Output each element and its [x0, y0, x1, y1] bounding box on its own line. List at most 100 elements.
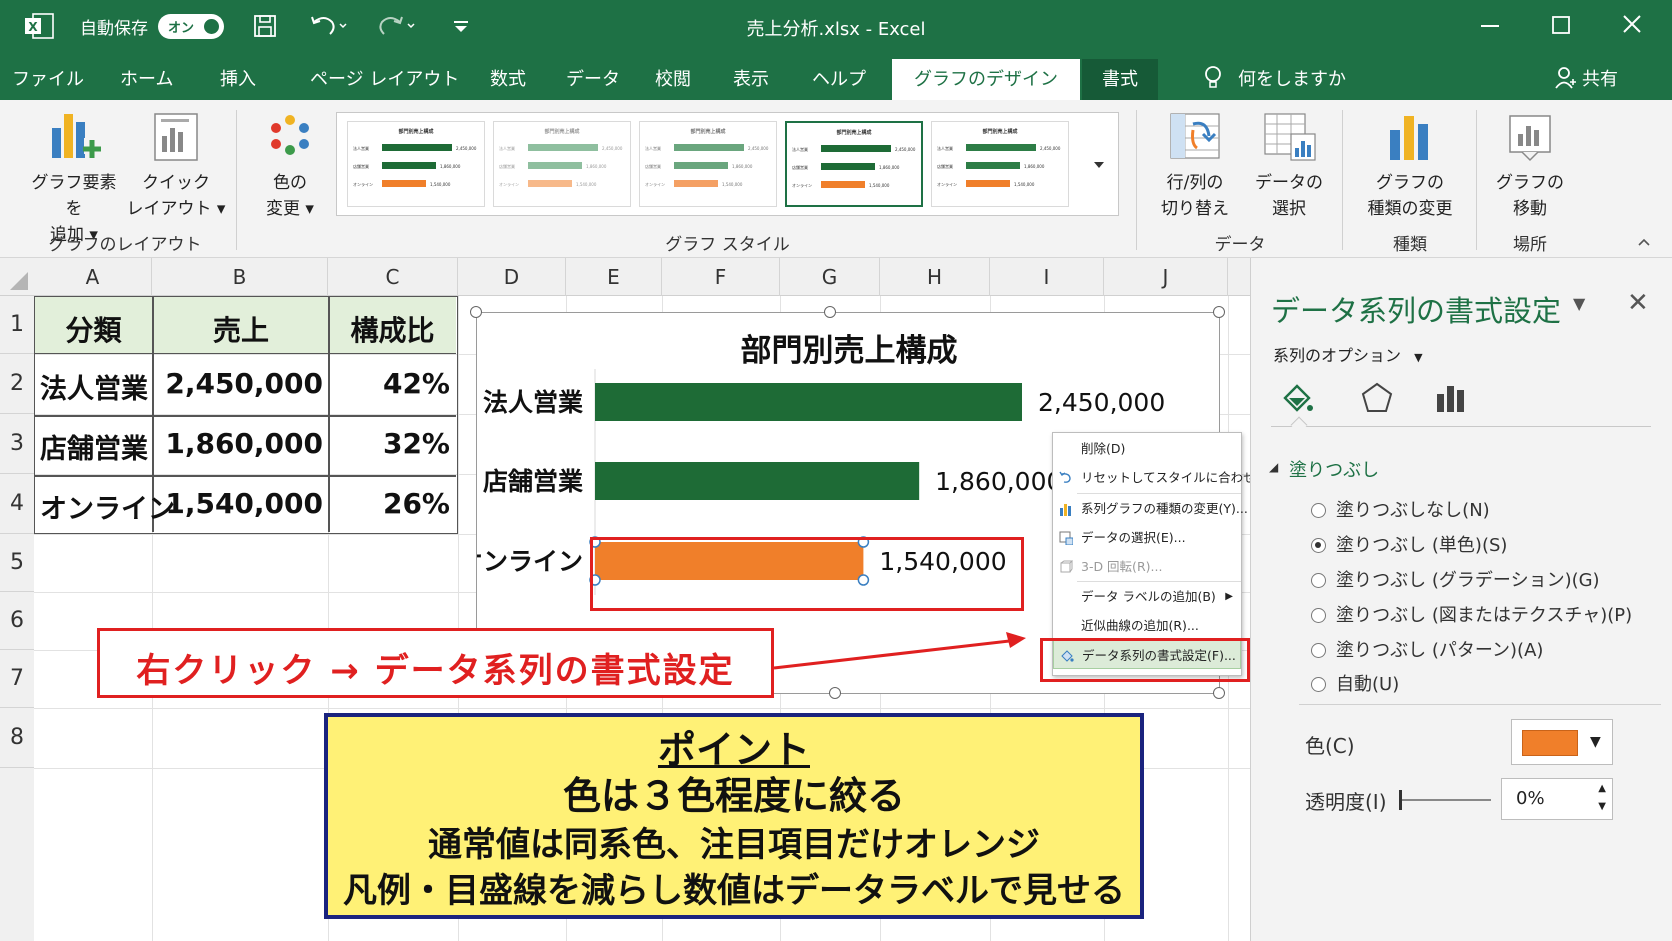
cell-category[interactable]: 法人営業 [40, 367, 148, 406]
data-label[interactable]: 2,450,000 [1038, 388, 1165, 417]
chart-style-3[interactable]: 部門別売上構成 法人営業 2,450,000 店舗営業 1,860,000 オン… [639, 121, 777, 207]
gallery-more-icon[interactable] [1089, 155, 1109, 175]
fill-option-picture[interactable]: 塗りつぶし (図またはテクスチャ)(P) [1311, 601, 1632, 627]
column-header-j[interactable]: J [1104, 258, 1228, 296]
tab-view[interactable]: 表示 [733, 65, 769, 91]
tab-chart-design[interactable]: グラフのデザイン [892, 59, 1080, 100]
row-header-7[interactable]: 7 [0, 650, 34, 708]
menu-item-select-data[interactable]: データの選択(E)... [1053, 523, 1241, 552]
cell-category[interactable]: 店舗営業 [40, 427, 148, 466]
column-header-g[interactable]: G [780, 258, 880, 296]
cell-sales[interactable]: 2,450,000 [153, 367, 323, 400]
category-label[interactable]: 法人営業 [483, 388, 583, 417]
chart-resize-handle[interactable] [824, 306, 836, 318]
row-header-2[interactable]: 2 [0, 354, 34, 414]
tab-file[interactable]: ファイル [12, 65, 84, 91]
effects-icon[interactable] [1357, 378, 1397, 418]
pane-close-icon[interactable]: ✕ [1627, 288, 1649, 318]
bar-2[interactable] [595, 462, 920, 500]
menu-item-change-series-chart-type[interactable]: 系列グラフの種類の変更(Y)... [1053, 494, 1248, 523]
fill-line-icon[interactable] [1277, 378, 1317, 418]
cell-sales[interactable]: 1,860,000 [153, 427, 323, 460]
add-chart-element-button[interactable]: グラフ要素を 追加 ▾ [24, 110, 124, 248]
tab-insert[interactable]: 挿入 [220, 65, 256, 91]
tab-format[interactable]: 書式 [1082, 59, 1158, 100]
redo-icon[interactable] [376, 12, 416, 40]
chart-resize-handle[interactable] [1213, 687, 1225, 699]
change-colors-button[interactable]: 色の 変更 ▾ [250, 110, 330, 222]
close-window-icon[interactable] [1616, 10, 1648, 40]
tab-home[interactable]: ホーム [120, 65, 173, 91]
column-header-h[interactable]: H [880, 258, 990, 296]
fill-section-header[interactable]: ◢ 塗りつぶし [1269, 456, 1379, 482]
cell-ratio[interactable]: 42% [329, 367, 450, 400]
row-header-5[interactable]: 5 [0, 534, 34, 592]
tell-me-search[interactable]: 何をしますか [1238, 65, 1346, 91]
spin-up-icon[interactable]: ▲ [1598, 783, 1606, 794]
switch-row-column-button[interactable]: 行/列の 切り替え [1150, 110, 1240, 222]
row-header-1[interactable]: 1 [0, 296, 34, 354]
cell-header-category[interactable]: 分類 [35, 309, 152, 349]
customize-qat-icon[interactable] [450, 12, 472, 40]
chart-style-2[interactable]: 部門別売上構成 法人営業 2,450,000 店舗営業 1,860,000 オン… [493, 121, 631, 207]
minimize-icon[interactable] [1474, 10, 1506, 40]
series-options-dropdown[interactable]: 系列のオプション ▼ [1273, 342, 1423, 366]
quick-layout-button[interactable]: クイック レイアウト ▾ [126, 110, 226, 222]
category-label[interactable]: 店舗営業 [483, 467, 583, 496]
fill-option-pattern[interactable]: 塗りつぶし (パターン)(A) [1311, 636, 1543, 662]
chart-resize-handle[interactable] [470, 306, 482, 318]
maximize-icon[interactable] [1545, 10, 1577, 40]
select-all-icon[interactable] [8, 270, 30, 292]
move-chart-button[interactable]: グラフの 移動 [1486, 110, 1574, 222]
chart-style-4-selected[interactable]: 部門別売上構成 法人営業 2,450,000 店舗営業 1,860,000 オン… [785, 121, 923, 207]
row-header-6[interactable]: 6 [0, 592, 34, 650]
chart-resize-handle[interactable] [1213, 306, 1225, 318]
series-options-icon[interactable] [1431, 378, 1471, 418]
fill-color-picker[interactable]: ▼ [1511, 719, 1613, 765]
select-data-button[interactable]: データの 選択 [1244, 110, 1334, 222]
menu-item-add-data-labels[interactable]: データ ラベルの追加(B) ▶ [1053, 582, 1241, 611]
column-header-e[interactable]: E [566, 258, 662, 296]
undo-icon[interactable] [308, 12, 348, 40]
tab-data[interactable]: データ [566, 65, 620, 91]
change-chart-type-button[interactable]: グラフの 種類の変更 [1358, 110, 1462, 222]
category-label[interactable]: オンライン [477, 547, 583, 576]
tab-page-layout[interactable]: ページ レイアウト [310, 65, 459, 91]
menu-item-reset-style[interactable]: リセットしてスタイルに合わせる(A) [1053, 463, 1286, 492]
column-header-b[interactable]: B [152, 258, 328, 296]
bar-1[interactable] [595, 383, 1022, 421]
chart-style-5[interactable]: 部門別売上構成 法人営業 2,450,000 店舗営業 1,860,000 オン… [931, 121, 1069, 207]
menu-item-delete[interactable]: 削除(D) [1053, 434, 1241, 463]
save-icon[interactable] [252, 12, 278, 40]
cell-header-ratio[interactable]: 構成比 [329, 309, 456, 349]
collapse-ribbon-icon[interactable] [1636, 236, 1652, 248]
tab-formulas[interactable]: 数式 [490, 65, 526, 91]
transparency-input[interactable]: 0% ▲ ▼ [1501, 778, 1613, 820]
row-header-8[interactable]: 8 [0, 708, 34, 768]
transparency-slider-thumb[interactable] [1399, 790, 1402, 810]
menu-item-add-trendline[interactable]: 近似曲線の追加(R)... [1053, 611, 1241, 640]
pane-options-dropdown-icon[interactable]: ▼ [1573, 294, 1585, 313]
column-header-d[interactable]: D [458, 258, 566, 296]
data-label[interactable]: 1,860,000 [935, 467, 1062, 496]
row-header-3[interactable]: 3 [0, 414, 34, 474]
fill-option-none[interactable]: 塗りつぶしなし(N) [1311, 496, 1490, 522]
spin-down-icon[interactable]: ▼ [1598, 801, 1606, 812]
fill-option-solid[interactable]: 塗りつぶし (単色)(S) [1311, 531, 1507, 557]
chart-resize-handle[interactable] [829, 687, 841, 699]
cell-ratio[interactable]: 26% [329, 487, 450, 520]
transparency-slider-track[interactable] [1399, 799, 1491, 801]
column-header-c[interactable]: C [328, 258, 458, 296]
column-header-i[interactable]: I [990, 258, 1104, 296]
cell-ratio[interactable]: 32% [329, 427, 450, 460]
tab-review[interactable]: 校閲 [655, 65, 691, 91]
cell-header-sales[interactable]: 売上 [153, 309, 329, 349]
share-button[interactable]: 共有 [1582, 65, 1618, 91]
row-header-4[interactable]: 4 [0, 474, 34, 534]
autosave-toggle[interactable]: オン [158, 14, 224, 39]
chart-style-1[interactable]: 部門別売上構成 法人営業 2,450,000 店舗営業 1,860,000 オン… [347, 121, 485, 207]
fill-option-automatic[interactable]: 自動(U) [1311, 670, 1399, 696]
tab-help[interactable]: ヘルプ [812, 65, 866, 91]
column-header-a[interactable]: A [34, 258, 152, 296]
fill-option-gradient[interactable]: 塗りつぶし (グラデーション)(G) [1311, 566, 1600, 592]
